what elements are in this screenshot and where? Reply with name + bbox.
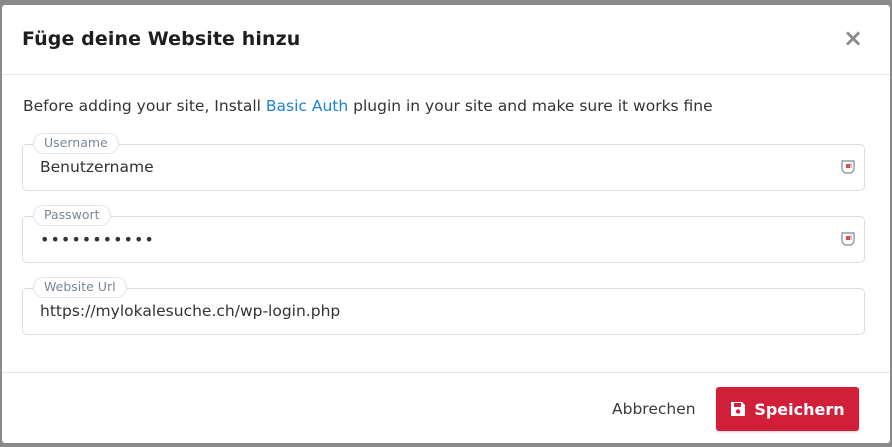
save-button[interactable]: Speichern: [716, 387, 859, 431]
dialog-footer: Abbrechen Speichern: [2, 372, 890, 444]
password-field[interactable]: Passwort •••••••••••: [22, 205, 865, 263]
password-input[interactable]: •••••••••••: [40, 217, 155, 262]
cancel-button[interactable]: Abbrechen: [602, 395, 706, 423]
autofill-icon[interactable]: [840, 231, 856, 247]
username-field[interactable]: Username Benutzername: [22, 133, 865, 191]
website-url-input[interactable]: https://mylokalesuche.ch/wp-login.php: [40, 289, 340, 334]
intro-text: Before adding your site, Install Basic A…: [23, 97, 713, 115]
dialog-header: Füge deine Website hinzu ×: [2, 5, 890, 75]
floppy-disk-icon: [731, 402, 746, 416]
autofill-icon[interactable]: [840, 159, 856, 175]
dialog-title: Füge deine Website hinzu: [22, 28, 301, 50]
basic-auth-link[interactable]: Basic Auth: [266, 97, 348, 115]
intro-text-before: Before adding your site, Install: [23, 97, 266, 115]
username-input[interactable]: Benutzername: [40, 145, 154, 190]
save-button-label: Speichern: [754, 399, 845, 419]
intro-text-after: plugin in your site and make sure it wor…: [348, 97, 713, 115]
website-url-field[interactable]: Website Url https://mylokalesuche.ch/wp-…: [22, 277, 865, 335]
close-icon[interactable]: ×: [842, 26, 864, 50]
add-website-dialog: Füge deine Website hinzu × Before adding…: [2, 5, 890, 443]
